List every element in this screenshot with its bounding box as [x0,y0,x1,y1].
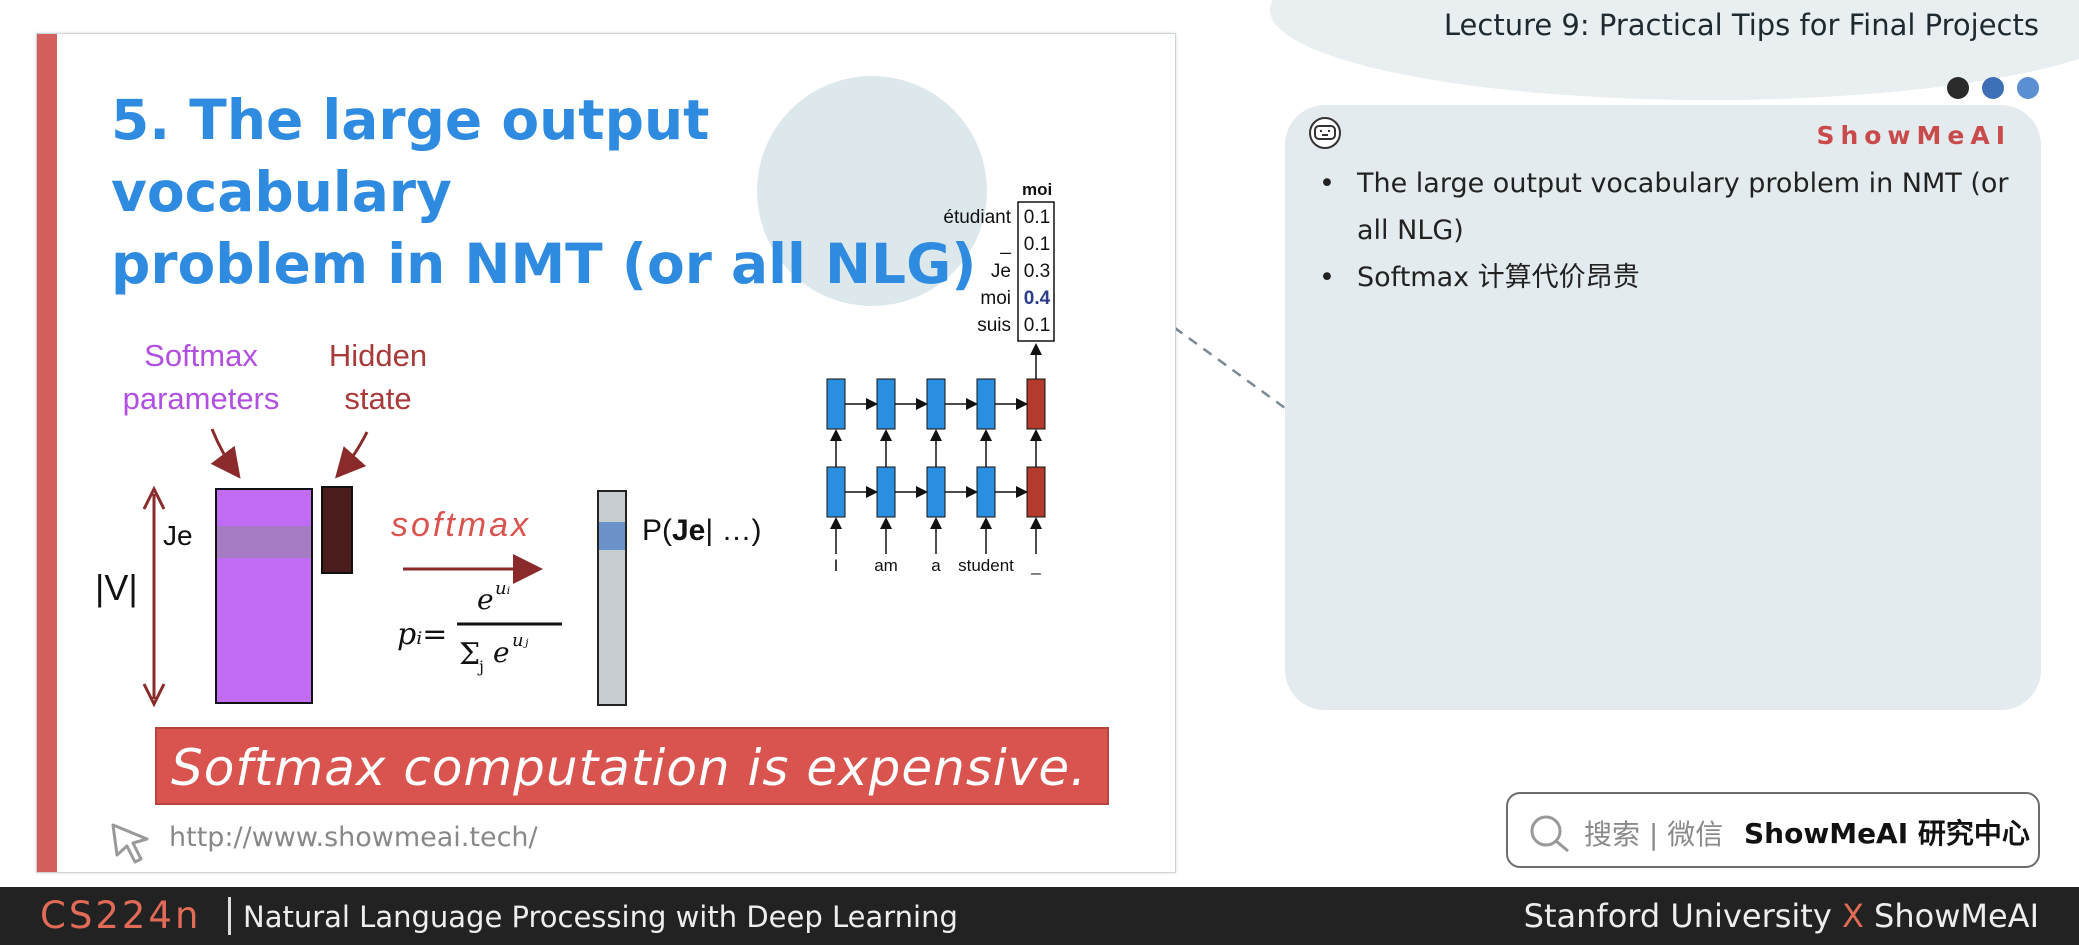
robot-icon [1309,117,1341,149]
slide: 5. The large output vocabulary problem i… [36,33,1176,873]
cursor-pointer-icon [111,823,149,864]
course-code: CS224n [40,894,202,937]
credit-right: ShowMeAI [1874,897,2039,935]
prob-je-label: P(Je| …) [642,514,762,548]
output-word: étudiant [943,207,1011,228]
svg-text:pᵢ=: pᵢ= [397,617,447,652]
footer-divider [228,897,231,935]
footer-bar: CS224n Natural Language Processing with … [0,887,2079,945]
prob-prefix: P( [642,514,672,547]
course-name: Natural Language Processing with Deep Le… [243,900,958,934]
output-word: suis [977,315,1011,336]
svg-text:uᵢ: uᵢ [495,578,511,599]
search-icon [1530,815,1569,853]
matrix-highlight-row [217,526,311,558]
output-word: Je [990,261,1011,282]
softmax-parameter-matrix [215,488,313,704]
credit-left: Stanford University [1523,897,1832,935]
svg-text:Σ: Σ [459,637,480,672]
search-text: 搜索 | 微信 [1584,818,1724,851]
vocab-size-label: |V| [95,567,138,608]
svg-text:e: e [477,583,494,616]
svg-text:j: j [477,657,484,676]
search-brand: ShowMeAI 研究中心 [1744,817,2030,850]
notes-bullet-list: The large output vocabulary problem in N… [1307,160,2027,301]
credits: Stanford University X ShowMeAI [1524,897,2039,935]
output-prob-highlighted: 0.4 [1023,288,1051,309]
prob-word: Je [672,514,706,547]
svg-text:uⱼ: uⱼ [512,630,529,651]
je-row-label: Je [163,520,193,551]
showmeai-brand: ShowMeAI [1816,121,2011,150]
prob-suffix: | …) [705,514,762,547]
output-prob: 0.1 [1023,315,1051,336]
output-head-word: moi [1022,180,1053,199]
website-link[interactable]: http://www.showmeai.tech/ [169,822,538,853]
softmax-handwritten-label: softmax [391,506,532,544]
credit-x: X [1841,897,1864,935]
output-prob: 0.1 [1023,207,1051,228]
output-highlight-row [599,522,625,550]
output-prob: 0.1 [1023,234,1051,255]
svg-text:e: e [493,636,510,669]
expensive-banner: Softmax computation is expensive. [155,727,1109,805]
hidden-state-vector [321,486,353,574]
banner-text: Softmax computation is expensive. [171,739,1088,797]
output-word: _ [1000,234,1011,255]
output-probability-vector [597,490,627,706]
list-item: Softmax 计算代价昂贵 [1307,254,2027,301]
output-prob: 0.3 [1023,261,1051,282]
wechat-search-box[interactable]: 搜索 | 微信 ShowMeAI 研究中心 [1506,792,2040,868]
notes-panel: ShowMeAI The large output vocabulary pro… [1285,105,2041,710]
list-item: The large output vocabulary problem in N… [1307,160,2027,254]
output-word: moi [980,288,1011,309]
rnn-input-word: _ [1031,556,1041,575]
